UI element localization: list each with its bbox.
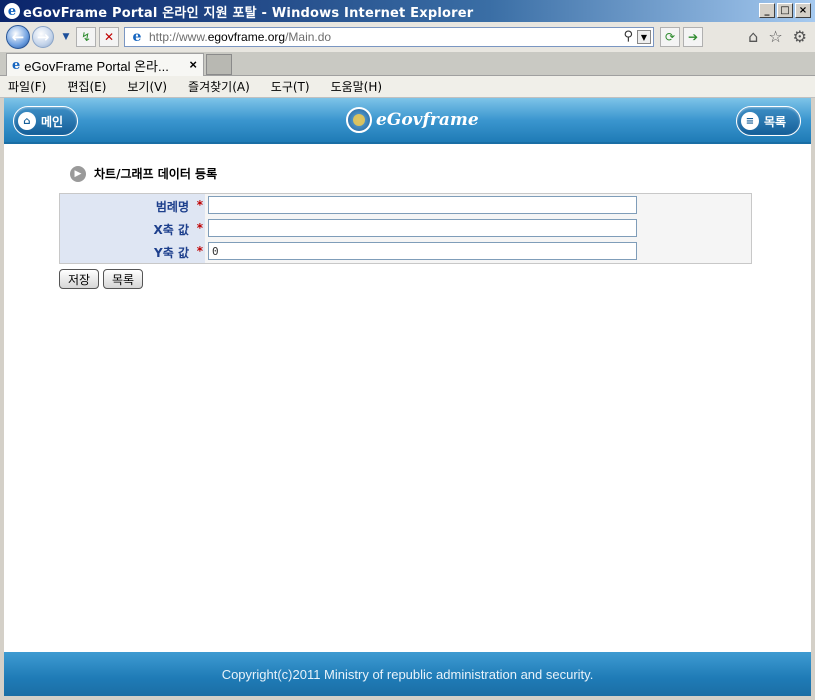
list-header-button[interactable]: ≡ 목록 (736, 106, 801, 136)
section-title: 차트/그래프 데이터 등록 (94, 167, 218, 181)
menu-help[interactable]: 도움말(H) (327, 78, 383, 95)
required-marker: * (196, 244, 203, 258)
site-header: ⌂ 메인 eGovframe ≡ 목록 (4, 98, 811, 144)
legend-input[interactable] (208, 196, 637, 214)
address-input[interactable]: e http://www.egovframe.org/Main.do ⚲ ▼ (124, 27, 654, 47)
compatibility-icon: ↯ (80, 30, 92, 44)
go-arrow-icon: ➔ (687, 30, 699, 44)
minimize-button[interactable]: _ (759, 3, 775, 18)
search-icon[interactable]: ⚲ (623, 29, 633, 44)
site-footer: Copyright(c)2011 Ministry of republic ad… (4, 652, 811, 696)
navigation-bar: ← → ▼ ↯ ✕ e http://www.egovframe.org/Mai… (0, 22, 815, 52)
list-button[interactable]: 목록 (103, 269, 143, 289)
form-row-y-value: Y축 값 * (60, 240, 751, 263)
compatibility-view-button[interactable]: ↯ (76, 27, 96, 47)
main-button-label: 메인 (41, 114, 64, 129)
tab-ie-icon: e (12, 57, 21, 73)
refresh-button[interactable]: ⟳ (660, 27, 680, 47)
history-dropdown-icon[interactable]: ▼ (60, 32, 72, 42)
home-icon: ⌂ (18, 112, 36, 130)
tab-egovframe[interactable]: e eGovFrame Portal 온라... × (6, 53, 204, 76)
globe-logo-icon (346, 107, 372, 133)
y-value-input[interactable] (208, 242, 637, 260)
maximize-button[interactable]: □ (777, 3, 793, 18)
logo-text: eGovframe (376, 110, 479, 130)
tab-close-icon[interactable]: × (189, 57, 197, 72)
form-row-legend: 범례명 * (60, 194, 751, 217)
browser-tools: ⌂ ☆ ⚙ (748, 27, 807, 46)
close-window-button[interactable]: × (795, 3, 811, 18)
stop-icon: ✕ (103, 30, 115, 44)
y-value-label: Y축 값 * (60, 240, 205, 263)
window-controls: _ □ × (759, 3, 811, 18)
menu-tools[interactable]: 도구(T) (267, 78, 310, 95)
window-title: eGovFrame Portal 온라인 지원 포탈 - Windows Int… (23, 5, 474, 21)
ie-logo-icon: e (4, 3, 20, 19)
tab-label: eGovFrame Portal 온라... (24, 58, 169, 74)
x-value-label: X축 값 * (60, 217, 205, 240)
chart-data-form: 범례명 * X축 값 * Y축 값 * (59, 193, 752, 264)
address-dropdown-icon[interactable]: ▼ (637, 30, 651, 44)
menu-lines-icon: ≡ (741, 112, 759, 130)
back-button[interactable]: ← (6, 25, 30, 49)
legend-label: 범례명 * (60, 194, 205, 217)
stop-button[interactable]: ✕ (99, 27, 119, 47)
copyright-text: Copyright(c)2011 Ministry of republic ad… (221, 666, 594, 682)
new-tab-button[interactable] (206, 54, 232, 75)
back-arrow-icon: ← (11, 28, 25, 46)
site-logo: eGovframe (346, 107, 479, 133)
menu-bar: 파일(F) 편집(E) 보기(V) 즐겨찾기(A) 도구(T) 도움말(H) (0, 76, 815, 98)
page-ie-icon: e (132, 29, 142, 45)
list-header-button-label: 목록 (764, 114, 787, 129)
address-actions: ⟳ ➔ (660, 27, 706, 47)
save-button[interactable]: 저장 (59, 269, 99, 289)
tab-strip: e eGovFrame Portal 온라... × (0, 52, 815, 76)
settings-gear-icon[interactable]: ⚙ (793, 27, 807, 46)
menu-edit[interactable]: 편집(E) (63, 78, 106, 95)
menu-file[interactable]: 파일(F) (4, 78, 46, 95)
go-button[interactable]: ➔ (683, 27, 703, 47)
menu-view[interactable]: 보기(V) (123, 78, 167, 95)
main-button[interactable]: ⌂ 메인 (13, 106, 78, 136)
refresh-icon: ⟳ (664, 30, 676, 44)
form-row-x-value: X축 값 * (60, 217, 751, 240)
address-url: http://www.egovframe.org/Main.do (149, 30, 332, 44)
x-value-input[interactable] (208, 219, 637, 237)
menu-favorites[interactable]: 즐겨찾기(A) (184, 78, 250, 95)
required-marker: * (196, 198, 203, 212)
window-titlebar: e eGovFrame Portal 온라인 지원 포탈 - Windows I… (0, 0, 815, 22)
forward-button[interactable]: → (32, 26, 54, 48)
required-marker: * (196, 221, 203, 235)
forward-arrow-icon: → (36, 28, 50, 46)
home-icon[interactable]: ⌂ (748, 27, 758, 46)
page-content: ⌂ 메인 eGovframe ≡ 목록 ▶ 차트/그래프 데이터 등록 범례명 … (4, 98, 811, 696)
favorites-star-icon[interactable]: ☆ (768, 27, 782, 46)
section-heading: ▶ 차트/그래프 데이터 등록 (70, 165, 217, 182)
chevron-right-icon: ▶ (70, 165, 86, 182)
